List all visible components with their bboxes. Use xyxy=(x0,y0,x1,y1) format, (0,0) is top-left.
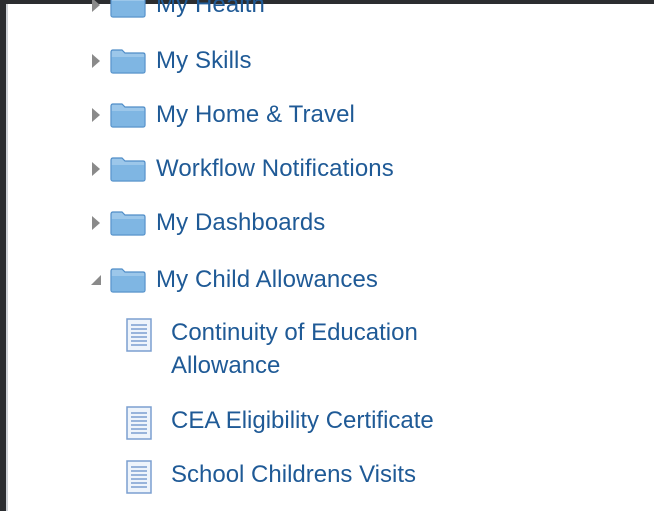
document-icon xyxy=(126,318,152,352)
document-icon xyxy=(126,406,152,440)
tree-document-school-childrens-visits[interactable]: School Childrens Visits xyxy=(126,458,471,494)
tree-folder-my-dashboards[interactable]: My Dashboards xyxy=(86,206,325,240)
tree-folder-label: My Dashboards xyxy=(156,209,326,236)
tree-folder-label: My Child Allowances xyxy=(156,266,378,293)
tree-folder-label: My Home & Travel xyxy=(156,101,355,128)
tree-folder-label: My Health xyxy=(156,0,265,18)
tree-folder-label: Workflow Notifications xyxy=(156,155,394,182)
navigation-panel: My Health My Skills My Home & Travel Wor… xyxy=(0,0,654,511)
expand-toggle-icon[interactable] xyxy=(86,105,106,125)
folder-icon xyxy=(110,103,146,128)
expand-toggle-icon[interactable] xyxy=(86,213,106,233)
tree-folder-my-child-allowances[interactable]: My Child Allowances xyxy=(86,263,378,297)
folder-icon xyxy=(110,0,146,18)
tree-document-continuity-of-education-allowance[interactable]: Continuity of Education Allowance xyxy=(126,316,471,382)
collapse-toggle-icon[interactable] xyxy=(86,270,106,290)
expand-toggle-icon[interactable] xyxy=(86,51,106,71)
tree-document-label: School Childrens Visits xyxy=(171,461,417,488)
tree-document-label: CEA Eligibility Certificate xyxy=(171,407,434,434)
folder-icon xyxy=(110,268,146,293)
tree-document-cea-eligibility-certificate[interactable]: CEA Eligibility Certificate xyxy=(126,404,471,440)
panel-left-edge xyxy=(6,4,8,511)
tree-folder-my-skills[interactable]: My Skills xyxy=(86,44,252,78)
tree-folder-workflow-notifications[interactable]: Workflow Notifications xyxy=(86,152,394,186)
folder-icon xyxy=(110,211,146,236)
tree-folder-my-health[interactable]: My Health xyxy=(86,0,265,22)
expand-toggle-icon[interactable] xyxy=(86,159,106,179)
folder-icon xyxy=(110,157,146,182)
tree-folder-my-home-travel[interactable]: My Home & Travel xyxy=(86,98,355,132)
expand-toggle-icon[interactable] xyxy=(86,0,106,15)
document-icon xyxy=(126,460,152,494)
folder-icon xyxy=(110,49,146,74)
tree-document-label: Continuity of Education Allowance xyxy=(171,319,418,379)
tree-folder-label: My Skills xyxy=(156,47,252,74)
